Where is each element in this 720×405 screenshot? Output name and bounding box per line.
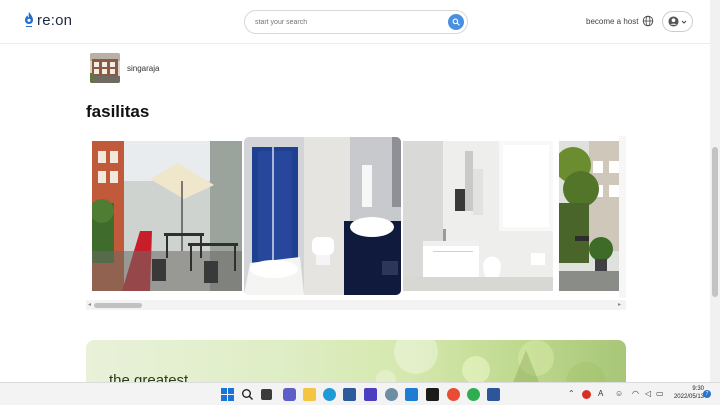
chat-icon[interactable] — [283, 388, 296, 401]
scroll-right-arrow-icon[interactable]: ▸ — [618, 301, 621, 309]
gallery-horizontal-scrollbar[interactable]: ◂ ▸ — [86, 300, 626, 310]
windows-taskbar: ⌃ A ☺ ◠ ◁ ▭ 9:30 2022/05/13 7 — [0, 382, 720, 405]
search-icon[interactable] — [241, 388, 254, 401]
battery-icon[interactable]: ▭ — [656, 389, 664, 398]
emoji-icon[interactable]: ☺ — [615, 389, 623, 398]
gallery-photo-courtyard[interactable] — [92, 141, 242, 291]
settings-gear-icon[interactable] — [385, 388, 398, 401]
profile-menu-button[interactable] — [662, 11, 693, 32]
wifi-icon[interactable]: ◠ — [632, 389, 639, 398]
search-button[interactable] — [448, 14, 464, 30]
edge-browser-icon[interactable] — [323, 388, 336, 401]
search-bar[interactable] — [244, 10, 468, 34]
section-title: fasilitas — [86, 102, 150, 121]
site-header: re:on become a host — [0, 0, 710, 44]
file-explorer-icon[interactable] — [303, 388, 316, 401]
vscode-icon[interactable] — [405, 388, 418, 401]
notification-badge[interactable]: 7 — [703, 390, 711, 398]
clock-time: 9:30 — [692, 386, 704, 392]
tray-app-icon[interactable] — [582, 390, 591, 399]
page-scrollbar[interactable] — [710, 0, 720, 382]
chrome-profile-icon[interactable] — [467, 388, 480, 401]
search-icon — [452, 18, 460, 26]
gallery-photo-shower-room[interactable] — [244, 137, 401, 295]
building-photo — [90, 53, 120, 83]
user-avatar-icon — [668, 16, 679, 27]
flame-logo-icon — [25, 12, 33, 27]
windows-start-icon[interactable] — [221, 388, 234, 401]
location-name[interactable]: singaraja — [127, 64, 159, 73]
gallery-photo-garden[interactable] — [559, 141, 626, 291]
task-view-icon[interactable] — [261, 389, 272, 400]
gallery-vertical-scrollbar[interactable] — [619, 136, 626, 298]
location-thumbnail[interactable] — [90, 53, 120, 83]
ime-indicator[interactable]: A — [598, 389, 603, 398]
chevron-down-icon — [681, 20, 687, 24]
chevron-up-icon[interactable]: ⌃ — [568, 389, 575, 398]
browser-page: re:on become a host — [0, 0, 720, 405]
search-input[interactable] — [255, 16, 435, 29]
figma-icon[interactable] — [426, 388, 439, 401]
become-host-link[interactable]: become a host — [586, 17, 638, 26]
word-icon[interactable] — [487, 388, 500, 401]
volume-icon[interactable]: ◁ — [645, 389, 651, 398]
scroll-left-arrow-icon[interactable]: ◂ — [88, 301, 91, 309]
chrome-icon[interactable] — [447, 388, 460, 401]
clock-date: 2022/05/13 — [673, 394, 704, 400]
store-icon[interactable] — [343, 388, 356, 401]
logo-text: re:on — [37, 11, 73, 29]
logo[interactable]: re:on — [24, 11, 72, 29]
facilities-gallery[interactable] — [86, 136, 626, 310]
globe-icon[interactable] — [642, 15, 654, 27]
app-icon[interactable] — [364, 388, 377, 401]
gallery-photo-bathroom[interactable] — [403, 141, 553, 291]
gallery-scrollbar-thumb[interactable] — [94, 303, 142, 308]
system-clock[interactable]: 9:30 2022/05/13 — [668, 385, 704, 401]
page-scrollbar-thumb[interactable] — [712, 147, 718, 297]
